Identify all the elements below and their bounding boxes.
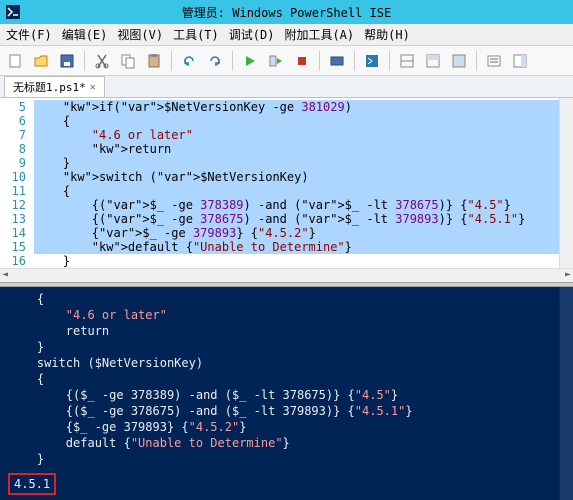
app-icon (6, 5, 20, 19)
line-gutter: 567891011121314151617 (0, 98, 30, 268)
new-button[interactable] (4, 50, 26, 72)
show-script-button[interactable] (396, 50, 418, 72)
tab-close-icon[interactable]: ✕ (90, 82, 96, 93)
console-pane[interactable]: { "4.6 or later" return } switch ($NetVe… (0, 287, 573, 500)
powershell-button[interactable] (361, 50, 383, 72)
run-button[interactable] (239, 50, 261, 72)
paste-button[interactable] (143, 50, 165, 72)
editor-hscroll[interactable]: ◄► (0, 268, 573, 282)
new-remote-button[interactable] (326, 50, 348, 72)
menu-file[interactable]: 文件(F) (6, 26, 52, 43)
tab-bar: 无标题1.ps1* ✕ (0, 76, 573, 98)
script-editor[interactable]: 567891011121314151617 "kw">if("var">$Net… (0, 98, 573, 268)
redo-button[interactable] (204, 50, 226, 72)
tab-active[interactable]: 无标题1.ps1* ✕ (4, 76, 105, 97)
menu-tools[interactable]: 工具(T) (173, 26, 219, 43)
show-command-addon-button[interactable] (509, 50, 531, 72)
cut-button[interactable] (91, 50, 113, 72)
undo-button[interactable] (178, 50, 200, 72)
save-button[interactable] (56, 50, 78, 72)
tab-label: 无标题1.ps1* (13, 79, 86, 95)
copy-button[interactable] (117, 50, 139, 72)
open-button[interactable] (30, 50, 52, 72)
menu-help[interactable]: 帮助(H) (364, 26, 410, 43)
toolbar (0, 46, 573, 76)
menu-edit[interactable]: 编辑(E) (62, 26, 108, 43)
menu-debug[interactable]: 调试(D) (229, 26, 275, 43)
show-script-max-button[interactable] (448, 50, 470, 72)
result-highlight: 4.5.1 (8, 473, 56, 495)
window-title: 管理员: Windows PowerShell ISE (182, 4, 391, 21)
editor-vscroll[interactable] (559, 98, 573, 268)
menu-addons[interactable]: 附加工具(A) (284, 26, 354, 43)
console-vscroll[interactable] (559, 287, 573, 500)
run-selection-button[interactable] (265, 50, 287, 72)
stop-button[interactable] (291, 50, 313, 72)
show-script-top-button[interactable] (422, 50, 444, 72)
menu-bar: 文件(F) 编辑(E) 视图(V) 工具(T) 调试(D) 附加工具(A) 帮助… (0, 24, 573, 46)
show-command-button[interactable] (483, 50, 505, 72)
menu-view[interactable]: 视图(V) (117, 26, 163, 43)
code-area[interactable]: "kw">if("var">$NetVersionKey -ge 381029)… (30, 98, 573, 268)
window-titlebar: 管理员: Windows PowerShell ISE (0, 0, 573, 24)
